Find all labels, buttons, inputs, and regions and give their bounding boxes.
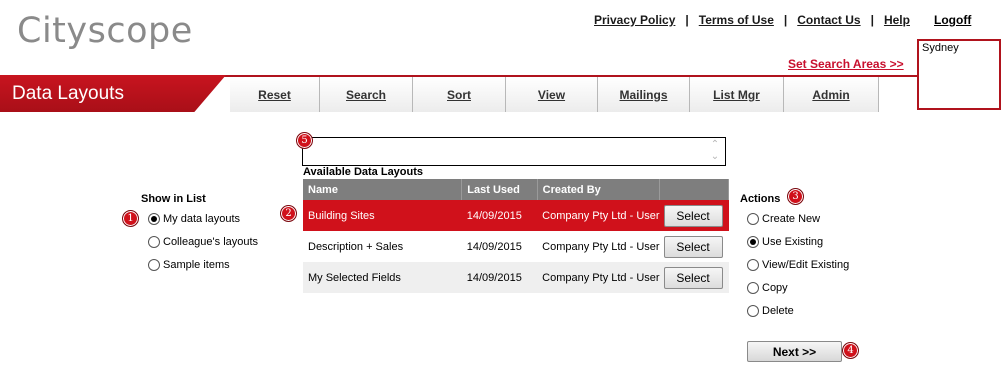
page-title: Data Layouts — [12, 83, 124, 104]
callout-badge-1: 1 — [122, 210, 139, 227]
table-row[interactable]: Description + Sales 14/09/2015 Company P… — [303, 231, 729, 262]
radio-icon[interactable] — [747, 305, 759, 317]
column-header-name: Name — [303, 179, 463, 200]
logoff-link[interactable]: Logoff — [934, 13, 971, 27]
next-button[interactable]: Next >> — [747, 341, 842, 362]
action-option-label: View/Edit Existing — [762, 259, 850, 271]
callout-badge-4: 4 — [842, 342, 859, 359]
radio-icon[interactable] — [148, 236, 160, 248]
scroll-down-icon[interactable]: ⌄ — [709, 152, 721, 162]
row-last-used: 14/09/2015 — [461, 200, 538, 231]
row-action-cell: Select — [659, 200, 729, 231]
row-created-by: Company Pty Ltd - User — [537, 200, 660, 231]
tab-list-mgr[interactable]: List Mgr — [690, 77, 784, 112]
tab-admin[interactable]: Admin — [784, 77, 879, 112]
show-option-sample-items[interactable]: Sample items — [148, 259, 230, 271]
table-header-row: Name Last Used Created By — [303, 179, 729, 200]
callout-badge-3: 3 — [787, 188, 804, 205]
callout-badge-5: 5 — [296, 132, 313, 149]
action-option-label: Use Existing — [762, 236, 824, 248]
row-name: My Selected Fields — [303, 262, 462, 293]
select-button[interactable]: Select — [663, 266, 723, 289]
row-last-used: 14/09/2015 — [461, 231, 538, 262]
table-row[interactable]: My Selected Fields 14/09/2015 Company Pt… — [303, 262, 729, 293]
available-layouts-heading: Available Data Layouts — [303, 166, 424, 178]
layout-description-box[interactable]: ⌃ ⌄ — [302, 137, 726, 166]
action-option-label: Delete — [762, 305, 794, 317]
actions-heading: Actions — [740, 193, 781, 205]
action-option-delete[interactable]: Delete — [747, 305, 794, 317]
help-link[interactable]: Help — [884, 13, 910, 27]
top-links: Privacy Policy | Terms of Use | Contact … — [594, 13, 910, 27]
show-option-label: Sample items — [163, 259, 230, 271]
terms-of-use-link[interactable]: Terms of Use — [699, 13, 774, 27]
action-option-copy[interactable]: Copy — [747, 282, 788, 294]
show-in-list-heading: Show in List — [141, 193, 206, 205]
column-header-action — [659, 179, 729, 200]
tab-sort[interactable]: Sort — [413, 77, 506, 112]
action-option-create-new[interactable]: Create New — [747, 213, 820, 225]
search-area-value: Sydney — [922, 42, 959, 54]
row-action-cell: Select — [659, 262, 729, 293]
row-created-by: Company Pty Ltd - User — [537, 262, 660, 293]
radio-icon[interactable] — [747, 282, 759, 294]
action-option-use-existing[interactable]: Use Existing — [747, 236, 823, 248]
privacy-policy-link[interactable]: Privacy Policy — [594, 13, 675, 27]
select-button[interactable]: Select — [663, 204, 723, 227]
row-action-cell: Select — [659, 231, 729, 262]
show-option-label: Colleague's layouts — [163, 236, 259, 248]
nav-tabs: Reset Search Sort View Mailings List Mgr… — [226, 77, 879, 112]
show-option-label: My data layouts — [163, 213, 241, 225]
callout-badge-2: 2 — [280, 205, 297, 222]
link-separator: | — [783, 13, 788, 27]
action-option-label: Create New — [762, 213, 821, 225]
radio-icon[interactable] — [747, 213, 759, 225]
action-option-view-edit-existing[interactable]: View/Edit Existing — [747, 259, 849, 271]
radio-selected-icon[interactable] — [747, 236, 759, 248]
link-separator: | — [685, 13, 689, 27]
layouts-table: Name Last Used Created By Building Sites… — [303, 179, 729, 293]
link-separator: | — [870, 13, 874, 27]
column-header-last-used: Last Used — [461, 179, 538, 200]
select-button[interactable]: Select — [663, 235, 723, 258]
row-last-used: 14/09/2015 — [461, 262, 538, 293]
show-option-colleagues-layouts[interactable]: Colleague's layouts — [148, 236, 258, 248]
row-name: Description + Sales — [303, 231, 462, 262]
row-created-by: Company Pty Ltd - User — [537, 231, 660, 262]
show-option-my-layouts[interactable]: My data layouts — [148, 213, 240, 225]
radio-icon[interactable] — [148, 259, 160, 271]
tab-search[interactable]: Search — [320, 77, 413, 112]
radio-selected-icon[interactable] — [148, 213, 160, 225]
tab-mailings[interactable]: Mailings — [598, 77, 690, 112]
app-logo: Cityscope — [17, 11, 193, 51]
radio-icon[interactable] — [747, 259, 759, 271]
action-option-label: Copy — [762, 282, 788, 294]
scroll-up-icon[interactable]: ⌃ — [709, 140, 721, 150]
table-row[interactable]: Building Sites 14/09/2015 Company Pty Lt… — [303, 200, 729, 231]
row-name: Building Sites — [303, 200, 462, 231]
tab-view[interactable]: View — [506, 77, 598, 112]
search-area-box[interactable]: Sydney — [917, 39, 1001, 110]
column-header-created-by: Created By — [537, 179, 661, 200]
set-search-areas-link[interactable]: Set Search Areas >> — [788, 57, 904, 71]
tab-reset[interactable]: Reset — [230, 77, 320, 112]
contact-us-link[interactable]: Contact Us — [797, 13, 860, 27]
